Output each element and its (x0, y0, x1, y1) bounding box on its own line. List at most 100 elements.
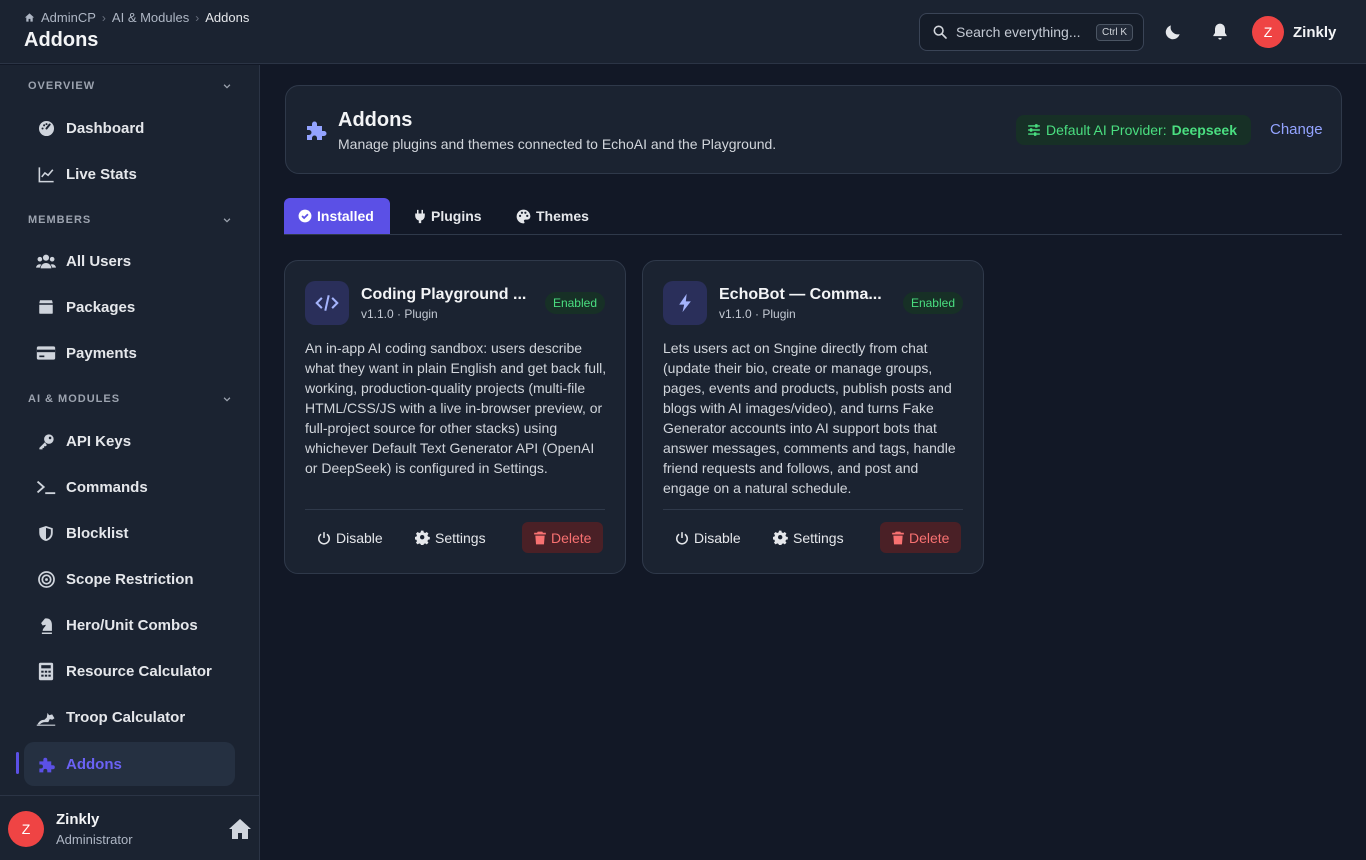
change-provider-link[interactable]: Change (1270, 121, 1323, 138)
bolt-icon (663, 281, 707, 325)
avatar[interactable]: Z (8, 811, 44, 847)
sidebar-item-dashboard[interactable]: Dashboard (24, 106, 235, 150)
addon-card: EchoBot — Comma... v1.1.0 · Plugin Enabl… (642, 260, 984, 574)
section-label: OVERVIEW (28, 80, 96, 92)
sidebar-item-hero-unit-combos[interactable]: Hero/Unit Combos (24, 603, 235, 647)
sidebar-item-all-users[interactable]: All Users (24, 239, 235, 283)
box-icon (36, 297, 56, 317)
delete-button[interactable]: Delete (880, 522, 962, 553)
avatar: Z (1252, 16, 1284, 48)
search-icon (933, 25, 947, 39)
settings-button[interactable]: Settings (403, 522, 498, 553)
profile-name: Zinkly (56, 811, 100, 828)
addon-meta: v1.1.0 · Plugin (361, 307, 438, 321)
section-members[interactable]: MEMBERS (28, 214, 232, 226)
search-input[interactable]: Search everything... Ctrl K (919, 13, 1144, 51)
breadcrumb: AdminCP › AI & Modules › Addons (24, 10, 249, 25)
tab-themes[interactable]: Themes (502, 198, 603, 234)
sidebar-item-label: Troop Calculator (66, 708, 186, 726)
breadcrumb-current: Addons (205, 10, 250, 25)
section-label: AI & MODULES (28, 393, 121, 405)
status-badge: Enabled (544, 292, 605, 314)
sidebar-item-label: API Keys (66, 432, 132, 450)
sidebar-item-label: Hero/Unit Combos (66, 616, 198, 634)
addon-card: Coding Playground ... v1.1.0 · Plugin En… (284, 260, 626, 574)
bell-icon (1213, 23, 1227, 40)
sidebar-item-label: All Users (66, 252, 132, 270)
notifications-button[interactable] (1208, 20, 1232, 44)
sidebar-item-label: Scope Restriction (66, 570, 194, 588)
section-label: MEMBERS (28, 214, 92, 226)
home-icon (24, 13, 35, 22)
moon-icon (1165, 25, 1180, 40)
divider (663, 509, 963, 510)
chevron-right-icon: › (195, 10, 200, 25)
sidebar-item-packages[interactable]: Packages (24, 285, 235, 329)
trash-icon (892, 531, 904, 544)
tab-label: Themes (536, 208, 589, 224)
user-name: Zinkly (1293, 23, 1337, 41)
code-icon (305, 281, 349, 325)
trash-icon (534, 531, 546, 544)
check-circle-icon (298, 209, 312, 223)
active-indicator (16, 752, 19, 774)
key-icon (36, 431, 56, 451)
sidebar-profile: Z Zinkly Administrator (0, 795, 259, 860)
button-label: Delete (551, 529, 592, 546)
addon-description: An in-app AI coding sandbox: users descr… (305, 340, 607, 476)
settings-button[interactable]: Settings (761, 522, 856, 553)
calculator-icon (36, 661, 56, 681)
terminal-icon (36, 477, 56, 497)
addons-tabs: Installed Plugins Themes (284, 198, 1342, 235)
horse-icon (36, 707, 56, 727)
section-ai-modules[interactable]: AI & MODULES (28, 393, 232, 405)
palette-icon (516, 209, 531, 223)
puzzle-icon (36, 754, 56, 774)
sidebar: OVERVIEW Dashboard Live Stats MEMBERS Al… (0, 65, 260, 860)
user-menu[interactable]: Z Zinkly (1252, 16, 1336, 48)
button-label: Delete (909, 529, 950, 546)
sidebar-item-live-stats[interactable]: Live Stats (24, 152, 235, 196)
status-badge: Enabled (902, 292, 963, 314)
puzzle-icon (304, 118, 328, 147)
sidebar-item-commands[interactable]: Commands (24, 465, 235, 509)
dark-mode-toggle[interactable] (1161, 20, 1185, 44)
profile-role: Administrator (56, 832, 133, 847)
breadcrumb-ai-modules[interactable]: AI & Modules (112, 10, 189, 25)
sidebar-item-resource-calculator[interactable]: Resource Calculator (24, 649, 235, 693)
disable-button[interactable]: Disable (663, 522, 753, 553)
home-button[interactable] (228, 818, 252, 845)
chess-knight-icon (36, 615, 56, 635)
sidebar-item-payments[interactable]: Payments (24, 331, 235, 375)
target-icon (36, 569, 56, 589)
page-title: Addons (24, 29, 99, 51)
tab-installed[interactable]: Installed (284, 198, 390, 234)
plug-icon (415, 209, 425, 223)
sidebar-item-api-keys[interactable]: API Keys (24, 419, 235, 463)
disable-button[interactable]: Disable (305, 522, 395, 553)
sidebar-item-label: Resource Calculator (66, 662, 212, 680)
sidebar-item-blocklist[interactable]: Blocklist (24, 511, 235, 555)
button-label: Disable (694, 529, 741, 546)
gear-icon (773, 530, 788, 545)
gear-icon (415, 530, 430, 545)
delete-button[interactable]: Delete (522, 522, 604, 553)
section-overview[interactable]: OVERVIEW (28, 80, 232, 92)
tab-plugins[interactable]: Plugins (400, 198, 496, 234)
provider-label: Default AI Provider: (1046, 122, 1167, 138)
sidebar-item-label: Payments (66, 344, 137, 362)
dashboard-icon (36, 118, 56, 138)
section-subtitle: Manage plugins and themes connected to E… (338, 136, 777, 152)
tab-label: Plugins (431, 208, 482, 224)
sidebar-item-addons[interactable]: Addons (24, 742, 235, 786)
provider-value: Deepseek (1171, 122, 1238, 138)
sidebar-item-scope-restriction[interactable]: Scope Restriction (24, 557, 235, 601)
sidebar-item-label: Live Stats (66, 165, 137, 183)
sidebar-item-troop-calculator[interactable]: Troop Calculator (24, 695, 235, 739)
chart-line-icon (36, 164, 56, 184)
breadcrumb-admincp[interactable]: AdminCP (41, 10, 96, 25)
button-label: Settings (793, 529, 844, 546)
top-bar: AdminCP › AI & Modules › Addons Addons S… (0, 0, 1366, 64)
chevron-down-icon (223, 397, 231, 402)
users-icon (36, 251, 56, 271)
